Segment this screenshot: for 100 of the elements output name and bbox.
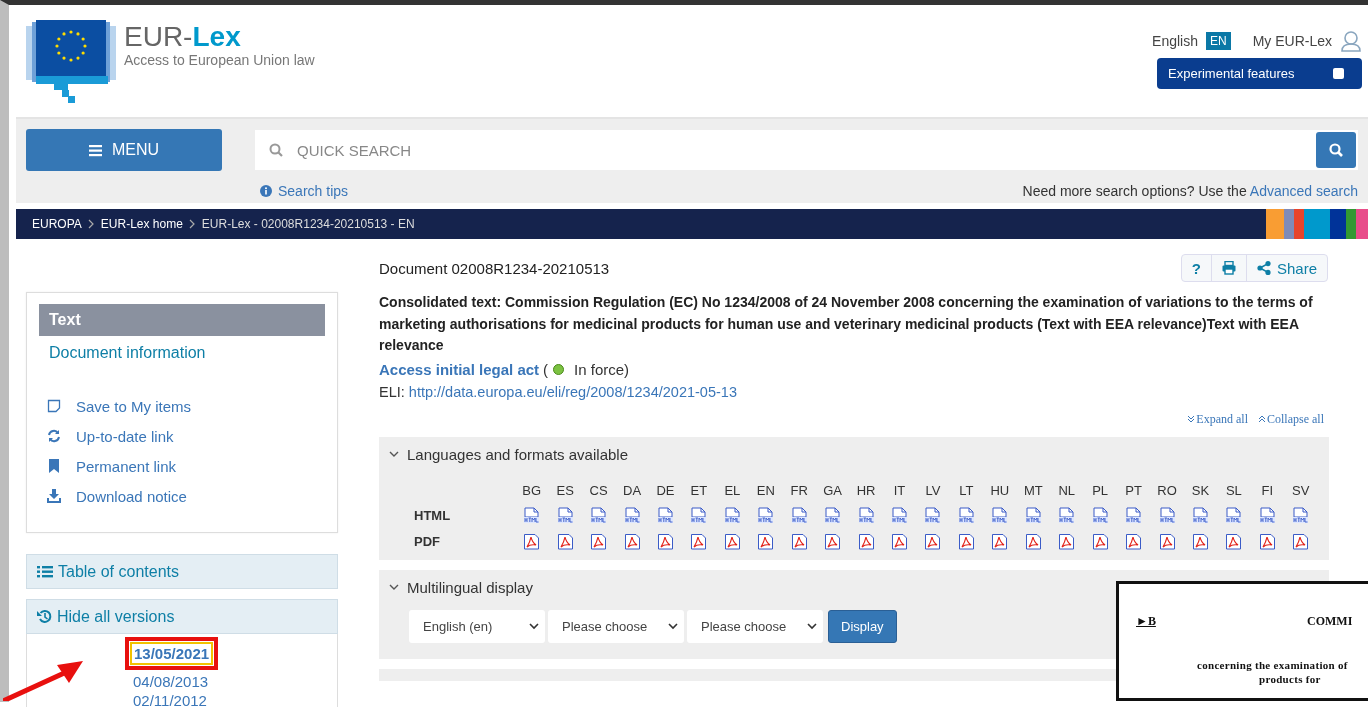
language-code: SK — [1190, 482, 1211, 498]
action-link[interactable]: Permanent link — [76, 457, 177, 475]
html-file-icon[interactable] — [623, 506, 641, 524]
action-link[interactable]: Download notice — [76, 487, 187, 505]
printer-icon — [1221, 261, 1236, 275]
pdf-file-icon[interactable] — [1024, 532, 1042, 550]
html-file-icon[interactable] — [690, 506, 708, 524]
html-file-icon[interactable] — [924, 506, 942, 524]
language-code: LT — [958, 482, 975, 498]
html-file-icon[interactable] — [523, 506, 541, 524]
pdf-file-icon[interactable] — [1058, 532, 1076, 550]
table-of-contents-panel[interactable]: Table of contents — [26, 554, 338, 589]
section-title[interactable]: Multilingual display — [407, 579, 533, 596]
pdf-file-icon[interactable] — [656, 532, 674, 550]
pdf-file-icon[interactable] — [924, 532, 942, 550]
language-code: ES — [555, 482, 575, 498]
language-code: BG — [521, 482, 543, 498]
expand-all-link[interactable]: Expand all — [1187, 411, 1248, 427]
document-information-link[interactable]: Document information — [39, 336, 325, 370]
html-file-icon[interactable] — [1125, 506, 1143, 524]
search-tips-link[interactable]: Search tips — [278, 183, 349, 199]
pdf-file-icon[interactable] — [957, 532, 975, 550]
pdf-file-icon[interactable] — [790, 532, 808, 550]
pdf-file-icon[interactable] — [1191, 532, 1209, 550]
display-button[interactable]: Display — [828, 609, 897, 643]
list-icon — [37, 565, 53, 578]
pdf-file-icon[interactable] — [1292, 532, 1310, 550]
language-select[interactable]: English (en) — [409, 609, 545, 643]
status-text: In force) — [574, 360, 630, 378]
html-file-icon[interactable] — [1258, 506, 1276, 524]
language-code-badge[interactable]: EN — [1205, 32, 1231, 50]
menu-button[interactable]: MENU — [26, 129, 222, 171]
chevron-icon — [668, 622, 678, 630]
pdf-file-icon[interactable] — [623, 532, 641, 550]
language-select[interactable]: Please choose — [687, 609, 823, 643]
help-button[interactable]: ? — [1181, 255, 1211, 281]
html-file-icon[interactable] — [1292, 506, 1310, 524]
html-file-icon[interactable] — [1225, 506, 1243, 524]
language-code: NL — [1057, 482, 1077, 498]
html-file-icon[interactable] — [1024, 506, 1042, 524]
html-file-icon[interactable] — [957, 506, 975, 524]
breadcrumb-link[interactable]: EUR-Lex home — [100, 217, 183, 231]
html-file-icon[interactable] — [723, 506, 741, 524]
pdf-file-icon[interactable] — [857, 532, 875, 550]
version-date-link[interactable]: 13/05/2021 — [132, 644, 212, 663]
pdf-file-icon[interactable] — [824, 532, 842, 550]
pdf-file-icon[interactable] — [1158, 532, 1176, 550]
pdf-file-icon[interactable] — [556, 532, 574, 550]
html-file-icon[interactable] — [1058, 506, 1076, 524]
html-file-icon[interactable] — [1158, 506, 1176, 524]
section-title[interactable]: Languages and formats available — [407, 446, 628, 463]
html-file-icon[interactable] — [1091, 506, 1109, 524]
pdf-file-icon[interactable] — [757, 532, 775, 550]
action-link[interactable]: Save to My items — [76, 397, 192, 415]
version-date-link[interactable]: 04/08/2013 — [133, 672, 209, 691]
html-file-icon[interactable] — [656, 506, 674, 524]
version-date-link[interactable]: 02/11/2012 — [133, 691, 207, 707]
action-link[interactable]: Up-to-date link — [76, 427, 174, 445]
pdf-file-icon[interactable] — [723, 532, 741, 550]
advanced-search-link[interactable]: Advanced search — [1249, 183, 1358, 199]
pdf-file-icon[interactable] — [991, 532, 1009, 550]
html-file-icon[interactable] — [790, 506, 808, 524]
experimental-features-toggle[interactable]: Experimental features — [1157, 58, 1362, 89]
pdf-file-icon[interactable] — [690, 532, 708, 550]
language-code: LV — [924, 482, 942, 498]
html-file-icon[interactable] — [857, 506, 875, 524]
html-file-icon[interactable] — [590, 506, 608, 524]
pdf-file-icon[interactable] — [523, 532, 541, 550]
collapse-all-link[interactable]: Collapse all — [1258, 411, 1324, 427]
pdf-file-icon[interactable] — [1258, 532, 1276, 550]
eli-link[interactable]: http://data.europa.eu/eli/reg/2008/1234/2021-05-13 — [408, 383, 737, 400]
html-file-icon[interactable] — [891, 506, 909, 524]
html-file-icon[interactable] — [824, 506, 842, 524]
html-file-icon[interactable] — [1191, 506, 1209, 524]
versions-panel[interactable]: Hide all versions — [26, 599, 338, 634]
language-code: HR — [855, 482, 877, 498]
quick-search-field[interactable]: QUICK SEARCH — [255, 130, 1358, 170]
pdf-file-icon[interactable] — [1091, 532, 1109, 550]
breadcrumb-link[interactable]: EUROPA — [32, 217, 82, 231]
double-chevron-icon — [1258, 415, 1266, 423]
account-link[interactable]: My EUR-Lex — [1252, 33, 1332, 49]
text-tab[interactable]: Text — [39, 304, 325, 336]
html-file-icon[interactable] — [757, 506, 775, 524]
user-icon[interactable] — [1340, 30, 1362, 52]
pdf-file-icon[interactable] — [1125, 532, 1143, 550]
history-icon — [37, 609, 52, 624]
pdf-file-icon[interactable] — [1225, 532, 1243, 550]
checkbox[interactable] — [1333, 68, 1344, 79]
initial-act-link[interactable]: Access initial legal act — [379, 360, 540, 378]
search-button[interactable] — [1316, 132, 1356, 168]
double-chevron-icon — [1187, 415, 1196, 423]
pdf-file-icon[interactable] — [590, 532, 608, 550]
language-code: MT — [1022, 482, 1044, 498]
language-code: DE — [655, 482, 676, 498]
html-file-icon[interactable] — [991, 506, 1009, 524]
language-link[interactable]: English — [1152, 33, 1198, 49]
pdf-file-icon[interactable] — [891, 532, 909, 550]
share-button[interactable]: Share — [1245, 255, 1327, 281]
language-select[interactable]: Please choose — [548, 609, 684, 643]
html-file-icon[interactable] — [556, 506, 574, 524]
